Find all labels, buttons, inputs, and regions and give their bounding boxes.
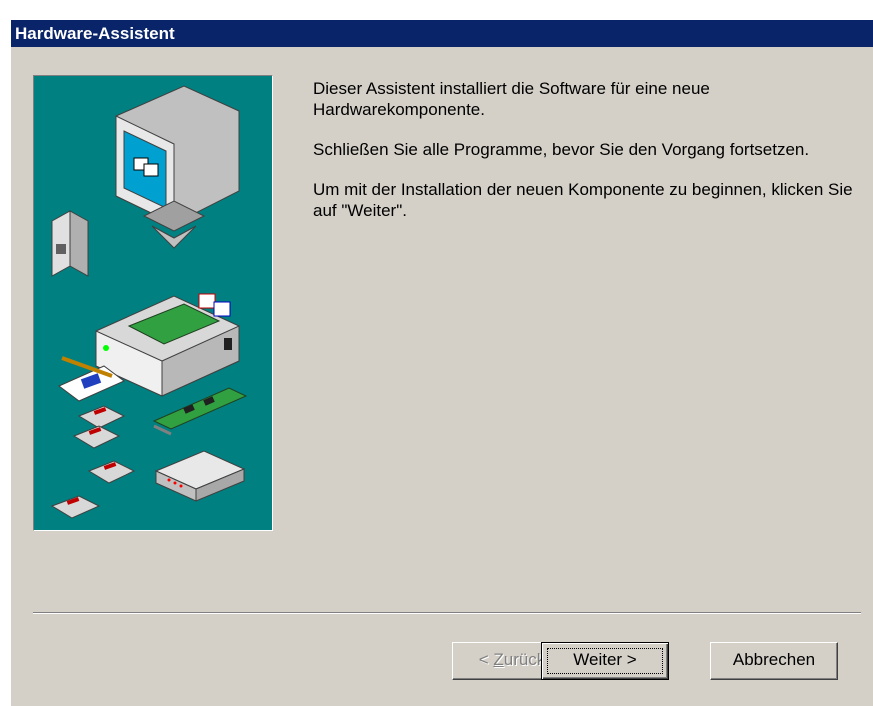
hardware-illustration-icon [50, 85, 248, 519]
focus-rectangle [547, 648, 663, 674]
window-title: Hardware-Assistent [15, 24, 175, 43]
floppy-disk-icon [50, 405, 136, 519]
close-programs-text: Schließen Sie alle Programme, bevor Sie … [313, 140, 810, 159]
cancel-button-label: Abbrechen [732, 650, 816, 669]
intro-text: Dieser Assistent installiert die Softwar… [313, 79, 710, 119]
wizard-illustration [33, 75, 273, 531]
external-drive-icon [51, 210, 89, 277]
next-button[interactable]: Weiter > [541, 642, 669, 680]
back-prefix: < [478, 650, 494, 669]
cancel-button[interactable]: Abbrechen [710, 642, 838, 680]
monitor-icon [115, 85, 240, 249]
wizard-description: Dieser Assistent installiert die Softwar… [313, 78, 853, 240]
back-label-rest: urück [503, 650, 546, 669]
hardware-wizard-window: Hardware-Assistent Dieser Assistent inst… [10, 20, 873, 706]
modem-icon [154, 450, 246, 502]
back-hotkey: Z [493, 650, 504, 669]
continue-instruction-text: Um mit der Installation der neuen Kompon… [313, 180, 853, 220]
title-bar[interactable]: Hardware-Assistent [11, 20, 873, 47]
expansion-card-icon [152, 387, 248, 436]
button-separator [33, 612, 861, 614]
